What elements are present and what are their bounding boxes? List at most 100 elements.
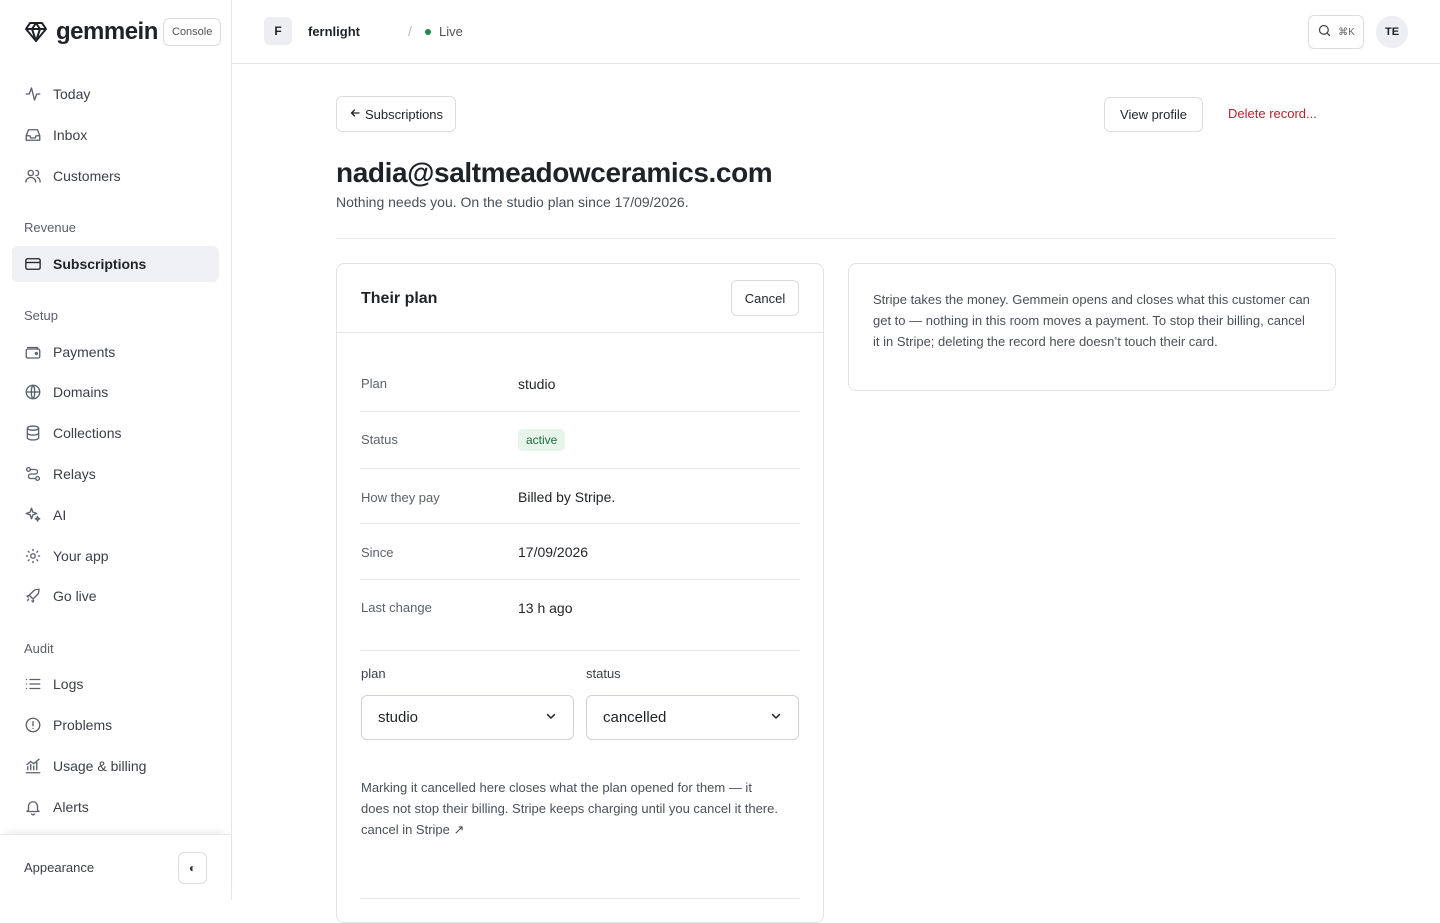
nav-section-audit: Audit bbox=[24, 641, 54, 656]
detail-row-payment: How they pay Billed by Stripe. bbox=[361, 469, 799, 524]
sidebar-item-label: Problems bbox=[53, 717, 113, 733]
sidebar-item-label: Payments bbox=[53, 344, 116, 360]
detail-key: Since bbox=[361, 545, 394, 560]
status-badge: active bbox=[518, 429, 566, 451]
sidebar-item-ai[interactable]: AI bbox=[12, 497, 219, 533]
alert-circle-icon bbox=[24, 716, 42, 734]
page-title: nadia@saltmeadowceramics.com bbox=[336, 157, 773, 188]
chevron-down-icon bbox=[770, 709, 782, 726]
sidebar-item-label: Domains bbox=[53, 384, 109, 400]
cancellation-note-text: Marking it cancelled here closes what th… bbox=[361, 780, 778, 816]
users-icon bbox=[24, 167, 42, 185]
sidebar-item-label: Alerts bbox=[53, 799, 89, 815]
search-button[interactable]: ⌘K bbox=[1308, 15, 1364, 49]
detail-key: Status bbox=[361, 432, 398, 447]
sidebar-item-inbox[interactable]: Inbox bbox=[12, 117, 219, 153]
plan-select[interactable]: studio bbox=[361, 695, 574, 740]
top-bar: F fernlight / Live ⌘K TE bbox=[232, 0, 1440, 64]
credit-card-icon bbox=[24, 255, 42, 273]
sidebar-item-payments[interactable]: Payments bbox=[12, 334, 219, 370]
wallet-icon bbox=[24, 343, 42, 361]
detail-row-since: Since 17/09/2026 bbox=[361, 524, 799, 580]
workspace-avatar[interactable]: F bbox=[264, 17, 292, 45]
sidebar-item-logs[interactable]: Logs bbox=[12, 666, 219, 702]
sidebar-item-your-app[interactable]: Your app bbox=[12, 538, 219, 574]
sidebar-item-alerts[interactable]: Alerts bbox=[12, 789, 219, 825]
inbox-icon bbox=[24, 126, 42, 144]
sidebar-item-label: Your app bbox=[53, 548, 109, 564]
sidebar-item-label: Relays bbox=[53, 466, 96, 482]
detail-key: How they pay bbox=[361, 490, 440, 505]
detail-row-plan: Plan studio bbox=[361, 358, 799, 412]
detail-key: Plan bbox=[361, 376, 388, 391]
sidebar-item-collections[interactable]: Collections bbox=[12, 415, 219, 451]
sidebar-item-label: Usage & billing bbox=[53, 758, 147, 774]
detail-value: 17/09/2026 bbox=[518, 544, 589, 560]
stripe-info-card: Stripe takes the money. Gemmein opens an… bbox=[848, 263, 1336, 391]
status-select-value: cancelled bbox=[603, 709, 667, 726]
status-select[interactable]: cancelled bbox=[586, 695, 799, 740]
detail-row-status: Status active bbox=[361, 412, 799, 469]
chevron-down-icon bbox=[545, 709, 557, 726]
plan-card-title: Their plan bbox=[361, 290, 438, 307]
sidebar-item-label: AI bbox=[53, 507, 67, 523]
detail-value: studio bbox=[518, 376, 556, 392]
user-avatar[interactable]: TE bbox=[1376, 16, 1408, 48]
cancel-button[interactable]: Cancel bbox=[731, 280, 799, 316]
sidebar-item-usage-billing[interactable]: Usage & billing bbox=[12, 748, 219, 784]
gem-logo-icon bbox=[24, 20, 48, 44]
route-icon bbox=[24, 465, 42, 483]
sidebar-item-label: Subscriptions bbox=[53, 256, 147, 272]
live-status-dot bbox=[425, 28, 431, 35]
sidebar-item-go-live[interactable]: Go live bbox=[12, 578, 219, 614]
cancel-in-stripe-link[interactable]: cancel in Stripe ↗ bbox=[361, 822, 464, 837]
globe-icon bbox=[24, 383, 42, 401]
search-icon bbox=[1317, 23, 1332, 41]
stripe-info-text: Stripe takes the money. Gemmein opens an… bbox=[873, 292, 1310, 349]
console-button[interactable]: Console bbox=[163, 18, 222, 46]
chart-icon bbox=[24, 757, 42, 775]
detail-value: 13 h ago bbox=[518, 600, 573, 616]
bell-icon bbox=[24, 798, 42, 816]
contrast-icon: ◐ bbox=[188, 861, 197, 875]
arrow-left-icon bbox=[349, 107, 361, 122]
cancellation-note: Marking it cancelled here closes what th… bbox=[361, 777, 781, 840]
plan-field-label: plan bbox=[361, 666, 386, 681]
status-field-label: status bbox=[586, 666, 621, 681]
brand[interactable]: gemmein bbox=[24, 18, 158, 46]
rocket-icon bbox=[24, 587, 42, 605]
view-profile-button[interactable]: View profile bbox=[1104, 97, 1203, 132]
nav-section-revenue: Revenue bbox=[24, 220, 77, 235]
detail-key: Last change bbox=[361, 600, 432, 615]
sidebar-item-today[interactable]: Today bbox=[12, 76, 219, 112]
delete-record-button[interactable]: Delete record... bbox=[1228, 106, 1317, 121]
list-icon bbox=[24, 675, 42, 693]
plan-card: Their plan Cancel Plan studio Status act… bbox=[336, 263, 824, 923]
sidebar-item-domains[interactable]: Domains bbox=[12, 374, 219, 410]
environment-switcher[interactable]: Live bbox=[425, 24, 463, 39]
plan-select-value: studio bbox=[378, 709, 419, 726]
detail-value: Billed by Stripe. bbox=[518, 489, 616, 505]
sidebar: gemmein Console Today Inbox Customers Re… bbox=[0, 0, 232, 900]
divider bbox=[336, 238, 1336, 239]
sidebar-item-subscriptions[interactable]: Subscriptions bbox=[12, 246, 219, 282]
theme-toggle-button[interactable]: ◐ bbox=[178, 852, 207, 884]
sidebar-item-label: Go live bbox=[53, 588, 97, 604]
database-icon bbox=[24, 424, 42, 442]
plan-card-header: Their plan Cancel bbox=[337, 264, 823, 333]
sidebar-footer: Appearance ◐ bbox=[0, 834, 231, 900]
activity-icon bbox=[24, 85, 42, 103]
environment-label: Live bbox=[439, 24, 463, 39]
workspace-name[interactable]: fernlight bbox=[308, 24, 360, 39]
sidebar-item-problems[interactable]: Problems bbox=[12, 707, 219, 743]
breadcrumb-separator: / bbox=[408, 23, 412, 39]
back-to-subscriptions-button[interactable]: Subscriptions bbox=[336, 96, 457, 132]
sidebar-item-label: Customers bbox=[53, 168, 121, 184]
nav-section-setup: Setup bbox=[24, 308, 58, 323]
sidebar-item-label: Today bbox=[53, 86, 91, 102]
brand-name: gemmein bbox=[56, 18, 158, 45]
sidebar-item-customers[interactable]: Customers bbox=[12, 158, 219, 194]
sidebar-item-relays[interactable]: Relays bbox=[12, 456, 219, 492]
page-subtitle: Nothing needs you. On the studio plan si… bbox=[336, 194, 689, 210]
gear-icon bbox=[24, 547, 42, 565]
